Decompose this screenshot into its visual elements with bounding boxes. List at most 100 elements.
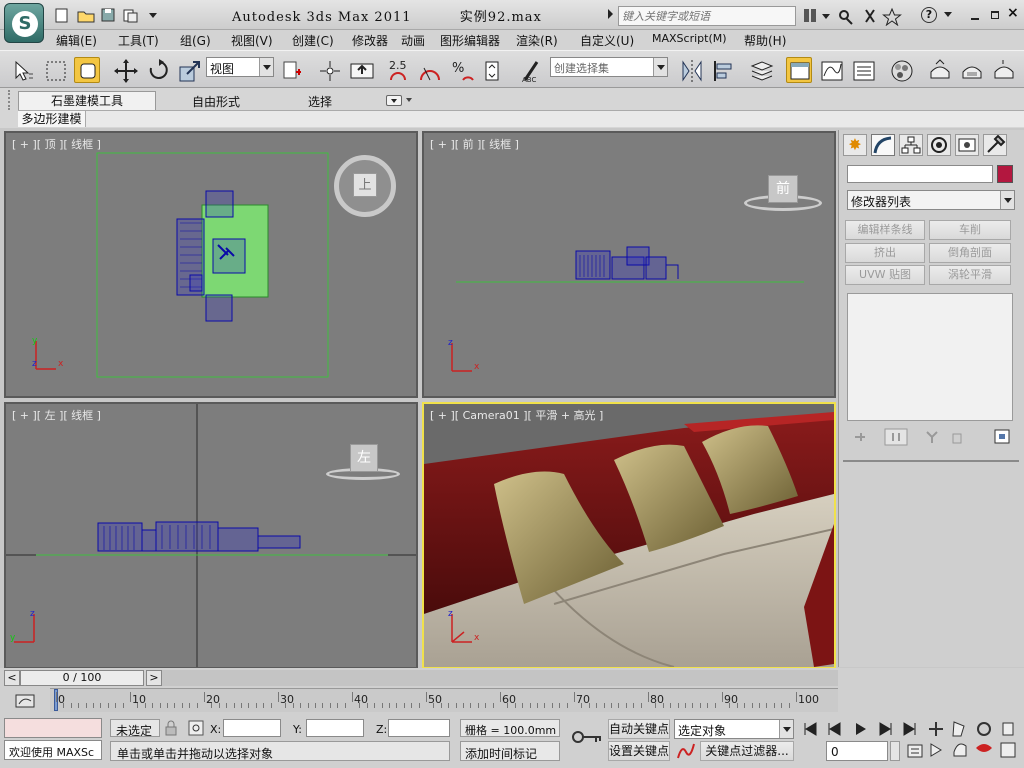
menu-edit[interactable]: 编辑(E): [56, 32, 97, 49]
maxscript-listener-input[interactable]: [4, 718, 102, 738]
close-button[interactable]: ×: [1007, 5, 1021, 21]
snaps-toggle-icon[interactable]: 2.5: [386, 57, 412, 83]
modifier-stack-controls[interactable]: [849, 428, 1019, 446]
graphite-modeling-tools-icon[interactable]: [786, 57, 812, 83]
absolute-mode-icon[interactable]: [188, 720, 204, 736]
time-slider-track[interactable]: [162, 670, 838, 686]
schematic-view-icon[interactable]: [850, 57, 876, 83]
viewcube-face[interactable]: 前: [768, 175, 798, 203]
menu-help[interactable]: 帮助(H): [744, 32, 786, 49]
key-target-select[interactable]: 选定对象: [674, 719, 794, 739]
viewport-label[interactable]: [ + ][ Camera01 ][ 平滑 + 高光 ]: [430, 407, 603, 423]
viewcube-face[interactable]: 上: [353, 173, 377, 197]
infocenter-icons[interactable]: [800, 6, 920, 26]
auto-key-button[interactable]: 自动关键点: [608, 719, 670, 739]
modifier-stack[interactable]: [847, 293, 1013, 421]
motion-tab-icon[interactable]: [927, 134, 951, 156]
viewport-navigation[interactable]: [928, 718, 1024, 764]
move-icon[interactable]: [112, 57, 138, 83]
keyboard-shortcut-icon[interactable]: [348, 57, 374, 83]
viewcube-face[interactable]: 左: [350, 444, 378, 472]
z-coordinate-field[interactable]: [388, 719, 450, 737]
menu-modifiers[interactable]: 修改器: [352, 32, 388, 49]
hierarchy-tab-icon[interactable]: [899, 134, 923, 156]
curve-editor-icon[interactable]: [818, 57, 844, 83]
menu-maxscript[interactable]: MAXScript(M): [652, 32, 727, 45]
uvw-map-button[interactable]: UVW 贴图: [845, 265, 925, 285]
menu-rendering[interactable]: 渲染(R): [516, 32, 558, 49]
dropdown-arrow-icon[interactable]: [653, 58, 667, 76]
dropdown-arrow-icon[interactable]: [1000, 191, 1014, 209]
menu-tools[interactable]: 工具(T): [118, 32, 159, 49]
viewport-front[interactable]: [ + ][ 前 ][ 线框 ] z x 前: [422, 131, 836, 398]
key-curve-icon[interactable]: [676, 741, 696, 761]
lathe-button[interactable]: 车削: [929, 220, 1011, 240]
time-slider-next-button[interactable]: >: [146, 670, 162, 686]
current-frame-field[interactable]: 0: [826, 741, 888, 761]
menu-graph-editors[interactable]: 图形编辑器: [440, 32, 500, 49]
ribbon-more-icon[interactable]: [406, 98, 412, 102]
material-editor-icon[interactable]: [888, 57, 914, 83]
maximize-button[interactable]: [988, 8, 1002, 22]
object-color-swatch[interactable]: [997, 165, 1013, 183]
app-logo-button[interactable]: S: [4, 3, 44, 43]
viewport-left[interactable]: [ + ][ 左 ][ 线框 ] z y 左: [4, 402, 418, 669]
trackbar[interactable]: 0 10 20 30 40 50 60 70 80 90 100: [50, 688, 838, 712]
modifier-list-select[interactable]: 修改器列表: [847, 190, 1015, 210]
layer-manager-icon[interactable]: [748, 57, 774, 83]
turbosmooth-button[interactable]: 涡轮平滑: [929, 265, 1011, 285]
time-config-icon[interactable]: [906, 742, 924, 760]
quick-access-icons[interactable]: [54, 7, 158, 23]
spinner-snap-icon[interactable]: [478, 57, 504, 83]
edit-named-selection-icon[interactable]: ABC: [518, 57, 544, 84]
menu-create[interactable]: 创建(C): [292, 32, 334, 49]
trackbar-mini-curve-icon[interactable]: [14, 692, 36, 710]
ribbon-tab-freeform[interactable]: 自由形式: [192, 93, 240, 110]
playback-controls[interactable]: [802, 720, 920, 738]
dropdown-arrow-icon[interactable]: [779, 720, 793, 738]
menu-animation[interactable]: 动画: [401, 32, 425, 49]
ribbon-tab-graphite[interactable]: 石墨建模工具: [18, 91, 156, 110]
frame-spinner[interactable]: [890, 741, 900, 761]
help-dropdown-icon[interactable]: [944, 12, 952, 17]
selection-lock-icon[interactable]: [164, 720, 178, 736]
render-production-icon[interactable]: [990, 57, 1016, 83]
angle-snap-icon[interactable]: [416, 57, 442, 83]
arrow-right-icon[interactable]: [608, 9, 613, 19]
dropdown-arrow-icon[interactable]: [259, 58, 273, 76]
scale-icon[interactable]: [176, 57, 202, 83]
rendered-frame-window-icon[interactable]: [958, 57, 984, 83]
mirror-icon[interactable]: [678, 57, 704, 83]
select-region-icon[interactable]: [42, 57, 68, 83]
y-coordinate-field[interactable]: [306, 719, 364, 737]
x-coordinate-field[interactable]: [223, 719, 281, 737]
named-selection-set-select[interactable]: 创建选择集: [550, 57, 668, 77]
time-slider-prev-button[interactable]: <: [4, 670, 20, 686]
render-setup-icon[interactable]: [926, 57, 952, 83]
ribbon-tab-selection[interactable]: 选择: [308, 93, 332, 110]
menu-customize[interactable]: 自定义(U): [580, 32, 634, 49]
add-time-tag-button[interactable]: 添加时间标记: [460, 741, 560, 761]
extrude-button[interactable]: 挤出: [845, 243, 925, 263]
help-icon[interactable]: ?: [921, 7, 937, 23]
ribbon-grip[interactable]: [8, 90, 12, 110]
create-tab-icon[interactable]: ✸: [843, 134, 867, 156]
search-input[interactable]: [618, 6, 796, 26]
percent-snap-icon[interactable]: %: [448, 57, 474, 83]
viewcube-top[interactable]: 上: [334, 155, 396, 217]
ribbon-options-icon[interactable]: [386, 95, 402, 106]
select-object-icon[interactable]: [8, 57, 34, 83]
window-crossing-icon[interactable]: [74, 57, 100, 83]
select-manipulate-icon[interactable]: [316, 57, 342, 83]
rotate-icon[interactable]: [144, 57, 170, 83]
viewport-top[interactable]: [ + ][ 顶 ][ 线框 ] y z x 上: [4, 131, 418, 398]
bevel-profile-button[interactable]: 倒角剖面: [929, 243, 1011, 263]
align-icon[interactable]: [710, 57, 736, 83]
maxscript-welcome[interactable]: 欢迎使用 MAXSc: [4, 740, 102, 760]
pivot-center-icon[interactable]: [278, 57, 304, 83]
edit-spline-button[interactable]: 编辑样条线: [845, 220, 925, 240]
utilities-tab-icon[interactable]: [983, 134, 1007, 156]
key-mode-icon[interactable]: [570, 726, 604, 748]
modify-tab-icon[interactable]: [871, 134, 895, 156]
menu-views[interactable]: 视图(V): [231, 32, 273, 49]
